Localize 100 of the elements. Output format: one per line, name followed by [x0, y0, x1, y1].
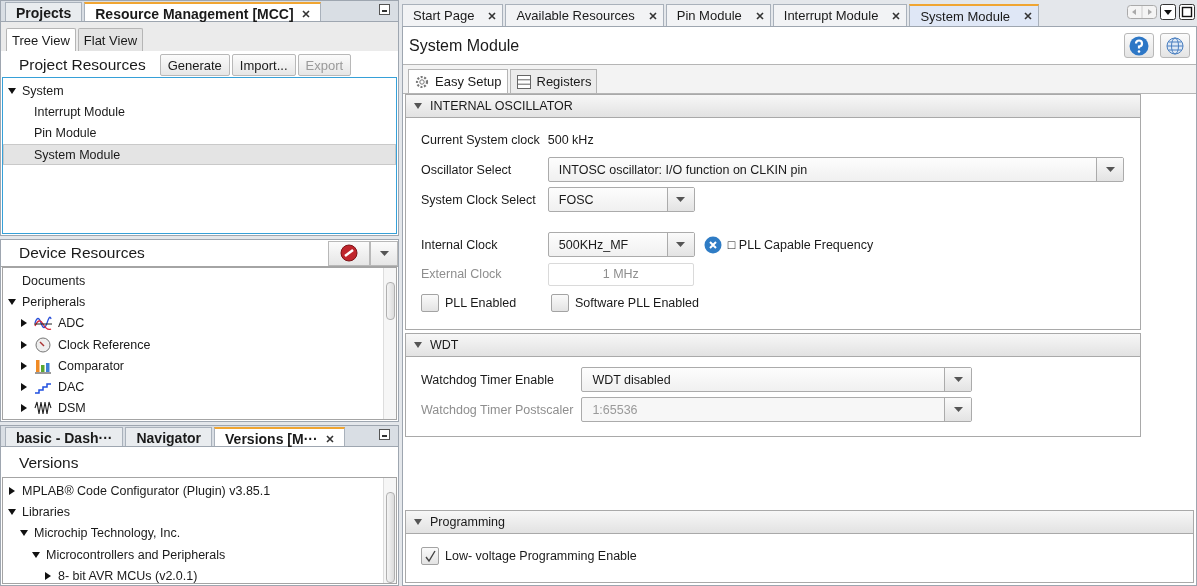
- dropdown-button[interactable]: [370, 240, 398, 266]
- caret-icon: [676, 242, 686, 247]
- field-label: Current System clock: [421, 133, 540, 147]
- field-label: External Clock: [421, 267, 503, 281]
- section-header[interactable]: INTERNAL OSCILLATOR: [406, 94, 1140, 118]
- expanded-arrow-icon[interactable]: [8, 507, 16, 516]
- setup-tab[interactable]: Registers: [509, 69, 598, 93]
- dropdown[interactable]: FOSC: [547, 187, 695, 212]
- collapsed-arrow-icon[interactable]: [44, 571, 52, 580]
- close-icon[interactable]: [488, 11, 497, 20]
- close-icon[interactable]: [325, 434, 334, 443]
- checkbox[interactable]: [421, 294, 439, 312]
- editor-tab[interactable]: Available Resources: [505, 4, 664, 26]
- dropdown[interactable]: 500KHz_MF: [547, 232, 695, 257]
- editor-tab[interactable]: System Module: [909, 4, 1040, 26]
- caret-icon: [379, 250, 389, 256]
- panel-tab[interactable]: Versions [M···: [214, 427, 345, 446]
- scrollbar[interactable]: [383, 268, 396, 419]
- gear-icon: [414, 73, 430, 90]
- minimize-icon[interactable]: [379, 3, 390, 15]
- tree-item[interactable]: Documents: [3, 270, 382, 292]
- tree-item[interactable]: Comparator: [3, 355, 382, 377]
- close-icon[interactable]: [892, 11, 901, 20]
- caret-icon: [953, 377, 963, 382]
- close-icon[interactable]: [648, 11, 657, 20]
- zigzag-wave-icon: [34, 400, 52, 417]
- close-icon[interactable]: [301, 9, 310, 18]
- tree-item[interactable]: System Module: [3, 143, 396, 166]
- minimize-icon[interactable]: [379, 428, 390, 440]
- tree-item[interactable]: DAC: [3, 376, 382, 398]
- tree-item[interactable]: Pin Module: [3, 122, 396, 144]
- waveform-icon: [34, 315, 52, 332]
- globe-button[interactable]: [1160, 33, 1190, 58]
- field-label: System Clock Select: [421, 192, 537, 207]
- view-tab[interactable]: Flat View: [77, 28, 144, 51]
- note-text: □ PLL Capable Frequency: [727, 237, 874, 252]
- tree-item[interactable]: Interrupt Module: [3, 101, 396, 123]
- tree-item[interactable]: MPLAB® Code Configurator (Plugin) v3.85.1: [3, 480, 382, 502]
- dropdown-icon[interactable]: [1160, 3, 1176, 20]
- tree-item[interactable]: ADC: [3, 312, 382, 334]
- tree-item[interactable]: Peripherals: [3, 291, 382, 313]
- tree-item[interactable]: Clock Reference: [3, 333, 382, 356]
- close-icon[interactable]: [1024, 12, 1033, 20]
- panel-tab[interactable]: Resource Management [MCC]: [84, 2, 321, 21]
- tree-item[interactable]: 8- bit AVR MCUs (v2.0.1): [3, 565, 382, 583]
- view-tab[interactable]: Tree View: [6, 28, 76, 51]
- collapsed-arrow-icon[interactable]: [20, 340, 28, 349]
- checkbox[interactable]: [551, 294, 569, 312]
- expanded-arrow-icon[interactable]: [8, 297, 16, 306]
- expanded-arrow-icon[interactable]: [32, 550, 40, 559]
- help-button[interactable]: [1124, 33, 1154, 58]
- toolbar-button[interactable]: Generate: [159, 54, 230, 76]
- setup-tab[interactable]: Easy Setup: [408, 69, 508, 93]
- list-icon: [515, 73, 532, 90]
- close-icon[interactable]: [755, 11, 764, 20]
- caret-icon: [953, 407, 963, 412]
- collapsed-arrow-icon[interactable]: [20, 404, 28, 413]
- section-header[interactable]: WDT: [406, 333, 1140, 357]
- field-value: 500 kHz: [547, 133, 594, 147]
- expanded-arrow-icon[interactable]: [8, 86, 16, 95]
- panel-tab[interactable]: Navigator: [125, 427, 213, 446]
- stop-button[interactable]: [328, 240, 370, 266]
- gauge-icon: [34, 336, 52, 353]
- caret-icon: [676, 197, 686, 202]
- tree-item[interactable]: Microcontrollers and Peripherals: [3, 543, 382, 566]
- editor-tab[interactable]: Start Page: [402, 4, 504, 26]
- info-icon: [703, 235, 722, 254]
- checkbox[interactable]: [421, 547, 439, 565]
- toolbar-button[interactable]: Import...: [231, 54, 296, 76]
- checkbox-label: Low- voltage Programming Enable: [445, 549, 637, 563]
- caret-icon: [1105, 167, 1115, 172]
- collapsed-arrow-icon[interactable]: [20, 319, 28, 328]
- field-label: Oscillator Select: [421, 162, 513, 177]
- editor-tab[interactable]: Interrupt Module: [772, 4, 908, 26]
- tree-item[interactable]: Microchip Technology, Inc.: [3, 522, 382, 544]
- module-title: System Module: [409, 36, 521, 55]
- field-label: Internal Clock: [421, 237, 499, 252]
- stop-icon: [340, 244, 358, 262]
- collapsed-arrow-icon[interactable]: [8, 486, 16, 495]
- panel-tab[interactable]: Projects: [5, 2, 83, 21]
- collapsed-arrow-icon[interactable]: [20, 361, 28, 370]
- dropdown[interactable]: INTOSC oscillator: I/O function on CLKIN pin: [547, 157, 1124, 182]
- scrollbar[interactable]: [383, 478, 396, 583]
- panel-title: Project Resources: [19, 56, 146, 74]
- panel-title: Versions: [19, 454, 79, 472]
- collapsed-arrow-icon[interactable]: [20, 383, 28, 392]
- expanded-arrow-icon[interactable]: [414, 341, 422, 349]
- field-label: Watchdog Timer Enable: [421, 372, 555, 387]
- editor-tab[interactable]: Pin Module: [665, 4, 771, 26]
- expanded-arrow-icon[interactable]: [20, 529, 28, 538]
- bar-chart-icon: [34, 357, 52, 374]
- tree-item[interactable]: DSM: [3, 397, 382, 419]
- dropdown[interactable]: WDT disabled: [581, 367, 973, 392]
- expanded-arrow-icon[interactable]: [414, 102, 422, 110]
- maximize-icon[interactable]: [1179, 3, 1195, 20]
- section-header[interactable]: Programming: [406, 510, 1193, 534]
- expanded-arrow-icon[interactable]: [414, 518, 422, 526]
- tree-item[interactable]: System: [3, 80, 396, 102]
- tree-item[interactable]: Libraries: [3, 501, 382, 523]
- panel-tab[interactable]: basic - Dash···: [5, 427, 124, 446]
